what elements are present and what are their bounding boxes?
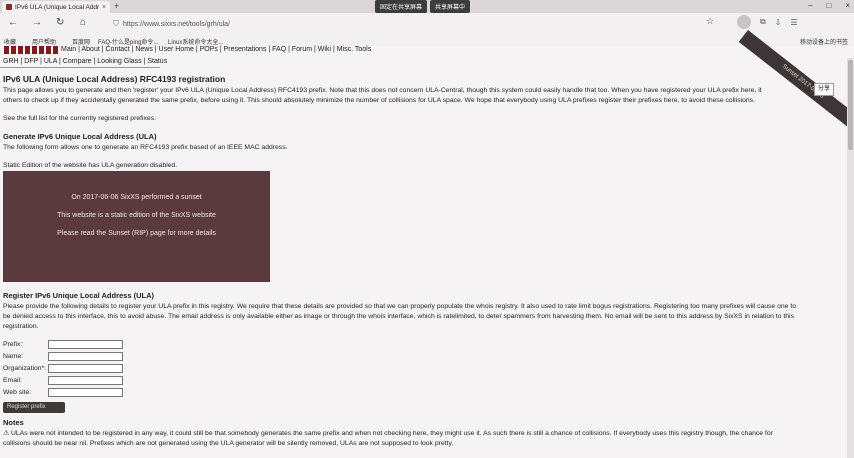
tab-title: IPv6 ULA (Unique Local Addre (15, 3, 99, 11)
navigation-bar: ← → ↻ ⌂ ⛉ https://www.sixxs.net/tools/gr… (0, 13, 854, 35)
url-text: https://www.sixxs.net/tools/grh/ula/ (123, 20, 230, 28)
new-tab-button[interactable]: + (114, 1, 119, 11)
favicon-icon (6, 4, 12, 10)
email-label: Email: (3, 377, 22, 384)
generate-text: The following form allows one to generat… (3, 144, 288, 151)
shield-icon: ⛉ (113, 19, 119, 28)
pin-share-button[interactable]: 固定在共享屏幕 (375, 0, 428, 13)
register-heading: Register IPv6 Unique Local Address (ULA) (3, 291, 155, 300)
tab-close-icon[interactable]: × (102, 4, 106, 11)
screen-share-controls: 固定在共享屏幕 共享屏幕中 (375, 0, 471, 13)
bookmark-star-icon[interactable]: ☆ (706, 16, 714, 27)
extensions-icon[interactable]: ⧉ (760, 17, 766, 27)
address-bar[interactable]: ⛉ https://www.sixxs.net/tools/grh/ula/ (113, 17, 601, 31)
notes-text: collisions should be near nil. Prefixes … (3, 440, 454, 447)
window-controls: – □ × (808, 1, 850, 10)
forward-icon[interactable]: → (32, 17, 42, 28)
downloads-icon[interactable]: ⇩ (775, 18, 782, 27)
notes-text: ⚠ ULAs were not intended to be registere… (3, 430, 773, 437)
page-title: IPv6 ULA (Unique Local Address) RFC4193 … (3, 74, 226, 84)
sunset-image: On 2017-06-06 SixXS performed a sunset T… (3, 171, 270, 282)
generate-heading: Generate IPv6 Unique Local Address (ULA) (3, 132, 157, 141)
back-icon[interactable]: ← (8, 17, 18, 28)
organization-label: Organization*: (3, 365, 47, 372)
image-line: This website is a static edition of the … (57, 212, 216, 219)
site-logo[interactable] (4, 46, 59, 54)
name-input[interactable] (48, 352, 123, 361)
bookmark-item[interactable]: 收藏 (4, 37, 16, 46)
home-icon[interactable]: ⌂ (80, 17, 86, 28)
register-button[interactable]: Register prefix (3, 402, 65, 413)
browser-tab[interactable]: IPv6 ULA (Unique Local Addre × (2, 1, 110, 13)
share-button[interactable]: 分享 (814, 83, 834, 96)
tab-bar: IPv6 ULA (Unique Local Addre × + 固定在共享屏幕… (0, 0, 854, 13)
maximize-icon[interactable]: □ (826, 1, 831, 10)
image-line: On 2017-06-06 SixXS performed a sunset (71, 194, 202, 201)
mobile-bookmarks[interactable]: 移动设备上的书签 (800, 37, 848, 46)
toolbar-right: ⧉ ⇩ ☰ (737, 15, 798, 29)
bookmark-item[interactable]: Linux系统命令大全... (168, 37, 223, 46)
bookmarks-bar: 收藏 用户帮助 百度网 FAQ-什么是ping命令... Linux系统命令大全… (0, 35, 854, 46)
website-label: Web site: (3, 389, 32, 396)
prefix-label: Prefix: (3, 341, 23, 348)
avatar[interactable] (737, 15, 751, 29)
scrollbar-thumb[interactable] (848, 60, 853, 150)
sharing-status-button[interactable]: 共享屏幕中 (430, 0, 471, 13)
site-menu-links[interactable]: Main | About | Contact | News | User Hom… (61, 46, 371, 53)
close-window-icon[interactable]: × (845, 1, 850, 10)
prefix-input[interactable] (48, 340, 123, 349)
name-label: Name: (3, 353, 24, 360)
register-text: be denied access to this interface, this… (3, 313, 794, 320)
notes-heading: Notes (3, 418, 24, 427)
static-notice: Static Edition of the website has ULA ge… (3, 162, 178, 169)
website-input[interactable] (48, 388, 123, 397)
intro-text: This page allows you to generate and the… (3, 87, 762, 94)
site-menu: Main | About | Contact | News | User Hom… (0, 46, 854, 56)
email-input[interactable] (48, 376, 123, 385)
menu-icon[interactable]: ☰ (790, 18, 797, 27)
reload-icon[interactable]: ↻ (56, 17, 64, 28)
register-text: registration. (3, 323, 39, 330)
sub-navigation[interactable]: GRH | DFP | ULA | Compare | Looking Glas… (3, 58, 167, 65)
image-line[interactable]: Please read the Sunset (RIP) page for mo… (3, 230, 270, 237)
bookmark-item[interactable]: 用户帮助 (32, 37, 56, 46)
register-text: Please provide the following details to … (3, 303, 796, 310)
bookmark-item[interactable]: FAQ-什么是ping命令... (98, 37, 158, 46)
bookmark-item[interactable]: 百度网 (72, 37, 90, 46)
intro-text: others to check up if they accidentally … (3, 97, 755, 104)
full-list-link[interactable]: See the full list for the currently regi… (3, 114, 156, 123)
organization-input[interactable] (48, 364, 123, 373)
minimize-icon[interactable]: – (808, 1, 812, 10)
